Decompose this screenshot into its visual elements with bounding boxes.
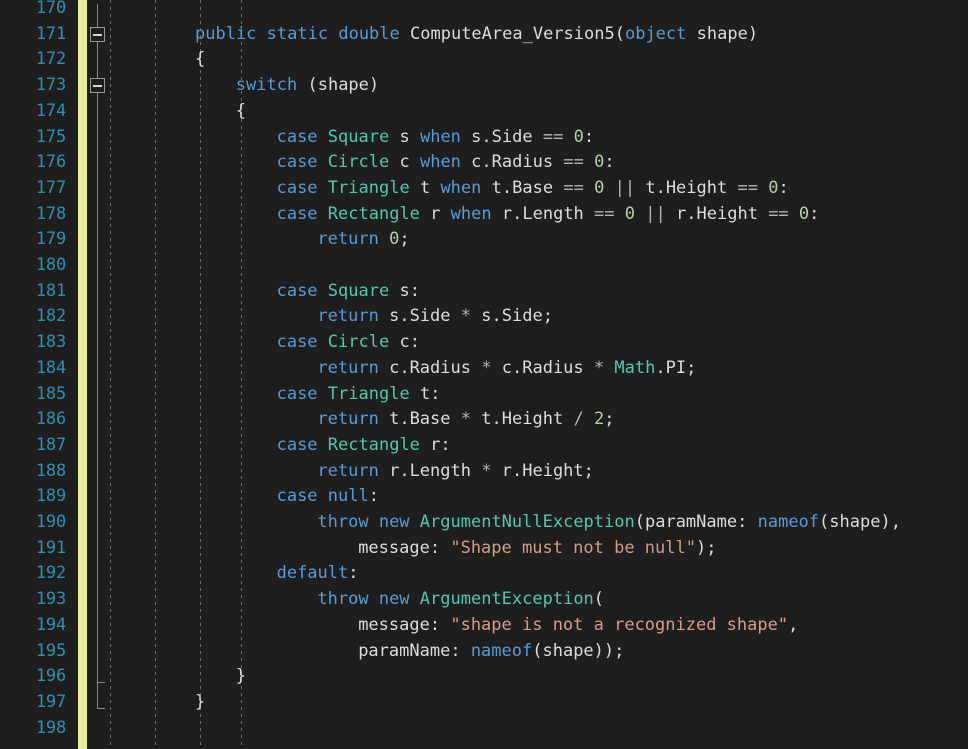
code-line[interactable]: case Circle c: xyxy=(277,330,420,356)
code-line[interactable]: message: "shape is not a recognized shap… xyxy=(358,613,798,639)
code-line[interactable]: case Rectangle r when r.Length == 0 || r… xyxy=(277,202,820,228)
code-line[interactable]: return c.Radius * c.Radius * Math.PI; xyxy=(317,356,696,382)
code-surface[interactable]: public static double ComputeArea_Version… xyxy=(0,0,968,749)
code-editor[interactable]: 1701711721731741751761771781791801811821… xyxy=(0,0,968,749)
code-line[interactable]: { xyxy=(195,47,205,73)
code-line[interactable]: throw new ArgumentNullException(paramNam… xyxy=(317,510,901,536)
code-line[interactable]: public static double ComputeArea_Version… xyxy=(195,22,758,48)
code-line[interactable]: } xyxy=(236,664,246,690)
code-line[interactable]: return r.Length * r.Height; xyxy=(317,459,594,485)
code-line[interactable]: message: "Shape must not be null"); xyxy=(358,536,716,562)
code-line[interactable]: switch (shape) xyxy=(236,73,379,99)
code-line[interactable]: case null: xyxy=(277,484,379,510)
code-line[interactable]: case Triangle t when t.Base == 0 || t.He… xyxy=(277,176,789,202)
code-line[interactable]: case Rectangle r: xyxy=(277,433,451,459)
code-line[interactable]: return s.Side * s.Side; xyxy=(317,304,553,330)
code-line[interactable]: case Square s when s.Side == 0: xyxy=(277,125,595,151)
code-line[interactable]: return 0; xyxy=(317,227,409,253)
code-line[interactable]: return t.Base * t.Height / 2; xyxy=(317,407,614,433)
code-line[interactable]: case Square s: xyxy=(277,279,420,305)
code-line[interactable]: paramName: nameof(shape)); xyxy=(358,639,624,665)
code-line[interactable]: case Circle c when c.Radius == 0: xyxy=(277,150,615,176)
code-line[interactable]: } xyxy=(195,690,205,716)
code-line[interactable]: case Triangle t: xyxy=(277,382,441,408)
code-line[interactable]: { xyxy=(236,99,246,125)
code-line[interactable]: default: xyxy=(277,561,359,587)
code-line[interactable]: throw new ArgumentException( xyxy=(317,587,604,613)
